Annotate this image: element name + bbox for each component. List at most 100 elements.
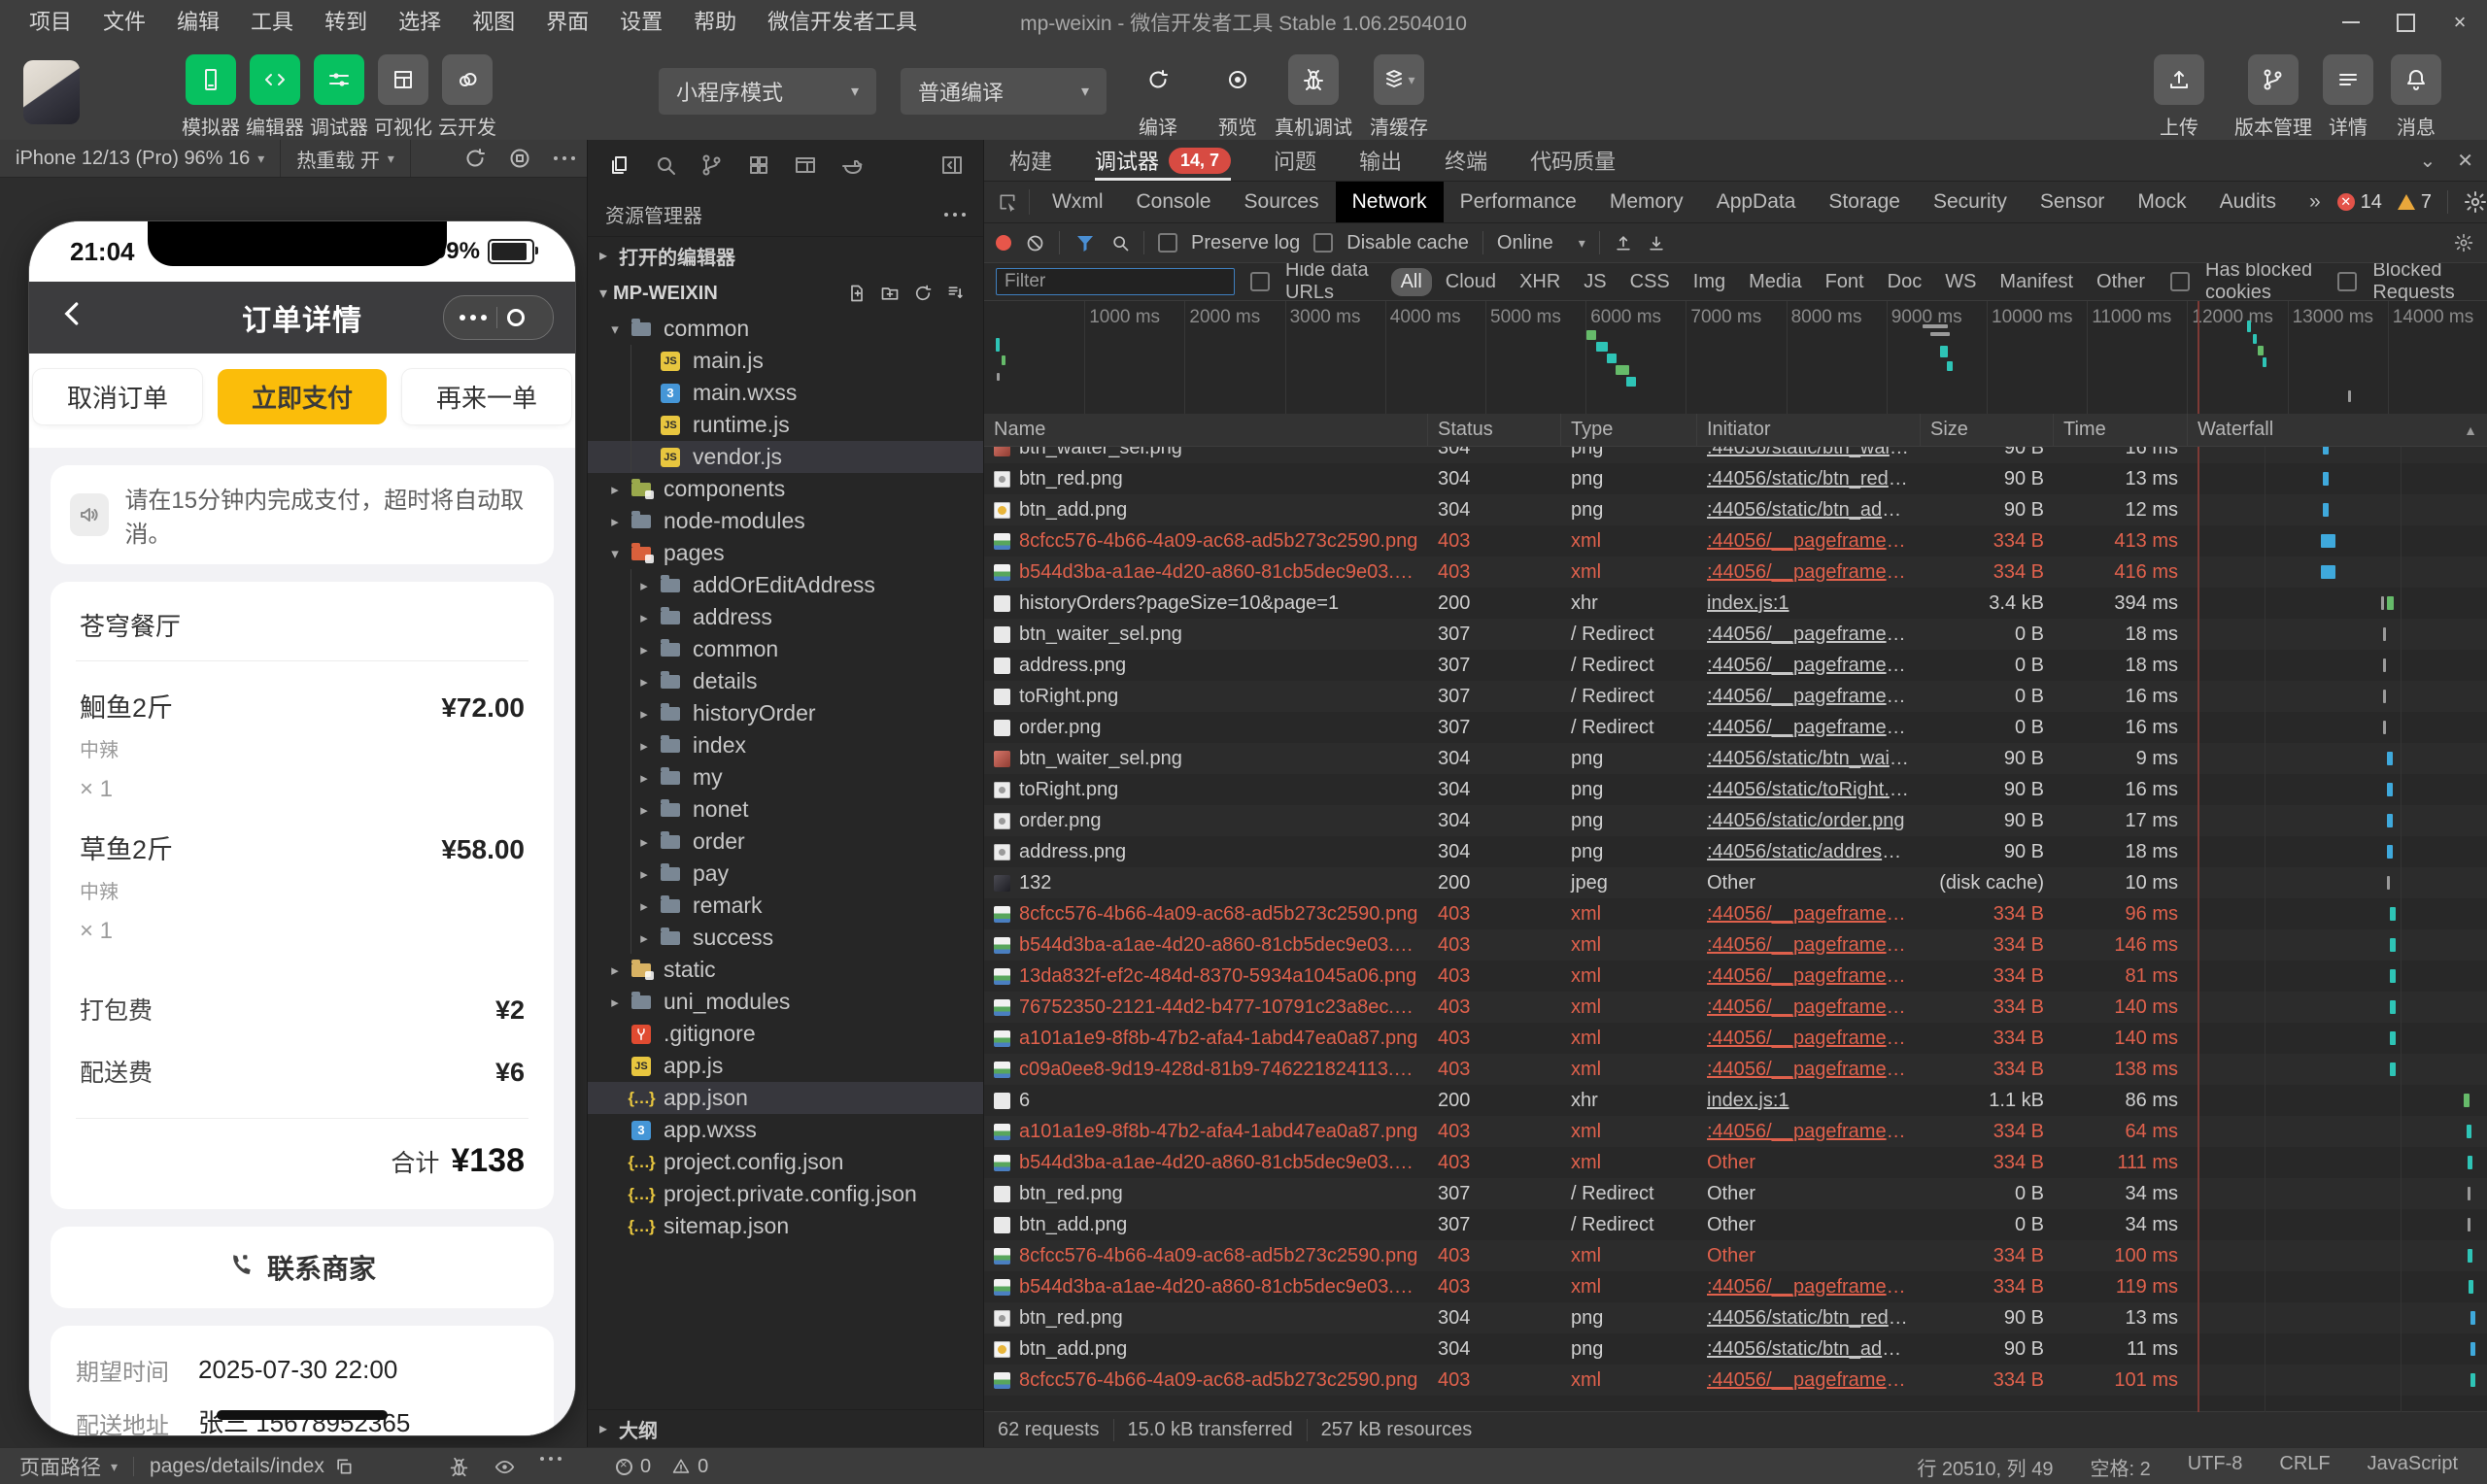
tree-item-historyOrder[interactable]: ▸ historyOrder	[588, 697, 983, 729]
devtools-tab-Sources[interactable]: Sources	[1228, 182, 1336, 222]
disable-cache-checkbox[interactable]	[1313, 233, 1333, 253]
activitybar-search-icon[interactable]	[642, 144, 689, 186]
sim-footer-more-icon[interactable]	[540, 1457, 562, 1461]
capsule-menu[interactable]	[443, 295, 554, 340]
toolbar-button-清缓存[interactable]: ▾清缓存	[1348, 54, 1449, 140]
activitybar-branch-icon[interactable]	[689, 144, 735, 186]
column-header-Type[interactable]: Type	[1561, 414, 1697, 446]
initiator-link[interactable]: :44056/__pageframe__/_pa...	[1707, 686, 1911, 708]
tree-item-app.js[interactable]: JS app.js	[588, 1050, 983, 1082]
warning-count[interactable]: 7	[2398, 191, 2432, 214]
menu-item-编辑[interactable]: 编辑	[161, 0, 235, 45]
project-section[interactable]: ▾MP-WEIXIN	[588, 274, 983, 313]
network-row[interactable]: btn_waiter_sel.png 307 / Redirect :44056…	[984, 619, 2487, 650]
filter-chip-Cloud[interactable]: Cloud	[1436, 268, 1506, 296]
tree-item-main.wxss[interactable]: 3 main.wxss	[588, 377, 983, 409]
filter-chip-JS[interactable]: JS	[1574, 268, 1616, 296]
activitybar-win-icon[interactable]	[782, 144, 829, 186]
debug-tab-问题[interactable]: 问题	[1274, 140, 1316, 181]
devtools-tab-Audits[interactable]: Audits	[2203, 182, 2293, 222]
network-row[interactable]: 76752350-2121-44d2-b477-10791c23a8ec.png…	[984, 992, 2487, 1023]
tree-item-runtime.js[interactable]: JS runtime.js	[588, 409, 983, 441]
network-row[interactable]: btn_red.png 304 png :44056/static/btn_re…	[984, 463, 2487, 494]
network-row[interactable]: btn_add.png 304 png :44056/static/btn_ad…	[984, 494, 2487, 525]
mode-select[interactable]: 小程序模式▾	[659, 68, 876, 115]
import-har-icon[interactable]	[1614, 233, 1633, 253]
initiator-link[interactable]: :44056/__pageframe__/_pa...	[1707, 1028, 1911, 1050]
network-row[interactable]: a101a1e9-8f8b-47b2-afa4-1abd47ea0a87.png…	[984, 1116, 2487, 1147]
initiator-link[interactable]: :44056/__pageframe__/_pa...	[1707, 934, 1911, 957]
network-row[interactable]: 8cfcc576-4b66-4a09-ac68-ad5b273c2590.png…	[984, 1365, 2487, 1396]
initiator-link[interactable]: :44056/static/order.png	[1707, 810, 1904, 832]
initiator-link[interactable]: index.js:1	[1707, 1090, 1789, 1112]
tree-item-.gitignore[interactable]: .gitignore	[588, 1018, 983, 1050]
contact-merchant-button[interactable]: 联系商家	[51, 1227, 554, 1308]
toolbar-button-上传[interactable]: 上传	[2145, 54, 2213, 140]
network-row[interactable]: btn_add.png 307 / Redirect Other 0 B 34 …	[984, 1209, 2487, 1240]
initiator-link[interactable]: :44056/__pageframe__/_pa...	[1707, 996, 1911, 1019]
network-overview[interactable]: 1000 ms2000 ms3000 ms4000 ms5000 ms6000 …	[984, 301, 2487, 419]
devtools-tab-Wxml[interactable]: Wxml	[1036, 182, 1119, 222]
menu-item-项目[interactable]: 项目	[14, 0, 87, 45]
close-button[interactable]: ×	[2433, 0, 2487, 45]
record-icon[interactable]	[996, 235, 1011, 251]
network-row[interactable]: a101a1e9-8f8b-47b2-afa4-1abd47ea0a87.png…	[984, 1023, 2487, 1054]
initiator-link[interactable]: :44056/__pageframe__/_pa...	[1707, 655, 1911, 677]
initiator-link[interactable]: :44056/__pageframe__/_pa...	[1707, 561, 1911, 584]
network-row[interactable]: order.png 307 / Redirect :44056/__pagefr…	[984, 712, 2487, 743]
tree-item-pay[interactable]: ▸ pay	[588, 858, 983, 890]
menu-item-视图[interactable]: 视图	[457, 0, 530, 45]
toolbar-button-消息[interactable]: 消息	[2382, 54, 2450, 140]
tree-item-vendor.js[interactable]: JS vendor.js	[588, 441, 983, 473]
maximize-button[interactable]	[2378, 0, 2433, 45]
initiator-link[interactable]: :44056/static/toRight.png	[1707, 779, 1911, 801]
activitybar-grid-icon[interactable]	[735, 144, 782, 186]
column-header-Name[interactable]: Name	[984, 414, 1428, 446]
tree-item-static[interactable]: ▸ static	[588, 954, 983, 986]
order-button-再来一单[interactable]: 再来一单	[402, 369, 571, 424]
tree-item-common[interactable]: ▸ common	[588, 633, 983, 665]
tree-item-nonet[interactable]: ▸ nonet	[588, 793, 983, 826]
filter-chip-Media[interactable]: Media	[1739, 268, 1811, 296]
filter-chip-Doc[interactable]: Doc	[1878, 268, 1932, 296]
initiator-link[interactable]: :44056/__pageframe__/_pa...	[1707, 1059, 1911, 1081]
error-count[interactable]: ✕14	[2337, 191, 2382, 214]
network-settings-icon[interactable]	[2454, 233, 2473, 253]
menu-item-帮助[interactable]: 帮助	[678, 0, 752, 45]
filter-chip-Img[interactable]: Img	[1684, 268, 1735, 296]
device-select[interactable]: iPhone 12/13 (Pro) 96% 16▾	[0, 140, 281, 177]
tree-item-main.js[interactable]: JS main.js	[588, 345, 983, 377]
initiator-link[interactable]: index.js:1	[1707, 592, 1789, 615]
blocked-requests-checkbox[interactable]	[2337, 272, 2357, 291]
menu-item-选择[interactable]: 选择	[383, 0, 457, 45]
tree-item-components[interactable]: ▸ components	[588, 473, 983, 505]
tree-item-index[interactable]: ▸ index	[588, 729, 983, 761]
hot-reload-select[interactable]: 热重载 开▾	[281, 140, 411, 177]
filter-chip-CSS[interactable]: CSS	[1620, 268, 1680, 296]
network-row[interactable]: 8cfcc576-4b66-4a09-ac68-ad5b273c2590.png…	[984, 1240, 2487, 1271]
tree-item-address[interactable]: ▸ address	[588, 601, 983, 633]
devtools-tab-Storage[interactable]: Storage	[1812, 182, 1917, 222]
initiator-link[interactable]: :44056/static/btn_waiter_...	[1707, 748, 1911, 770]
filter-chip-Manifest[interactable]: Manifest	[1990, 268, 2083, 296]
filter-funnel-icon[interactable]	[1073, 231, 1097, 254]
status-CRLF[interactable]: CRLF	[2279, 1453, 2330, 1481]
devtools-tab-Security[interactable]: Security	[1917, 182, 2024, 222]
menu-item-文件[interactable]: 文件	[87, 0, 161, 45]
collapse-folders-icon[interactable]	[946, 284, 966, 303]
tree-item-success[interactable]: ▸ success	[588, 922, 983, 954]
network-row[interactable]: toRight.png 307 / Redirect :44056/__page…	[984, 681, 2487, 712]
inspect-element-icon[interactable]	[984, 189, 1030, 215]
initiator-link[interactable]: :44056/__pageframe__/_pa...	[1707, 965, 1911, 988]
status-UTF-8[interactable]: UTF-8	[2188, 1453, 2243, 1481]
home-indicator[interactable]	[217, 1410, 388, 1420]
network-row[interactable]: b544d3ba-a1ae-4d20-a860-81cb5dec9e03.png…	[984, 1271, 2487, 1302]
new-file-icon[interactable]	[847, 284, 867, 303]
screenshot-icon[interactable]	[497, 147, 542, 170]
devtools-tab-Memory[interactable]: Memory	[1593, 182, 1700, 222]
initiator-link[interactable]: :44056/__pageframe__/_/...	[1707, 1369, 1911, 1392]
tree-item-app.json[interactable]: {…} app.json	[588, 1082, 983, 1114]
page-path-label[interactable]: 页面路径	[19, 1452, 101, 1481]
simulator-more-icon[interactable]	[542, 156, 587, 160]
tree-item-pages[interactable]: ▾ pages	[588, 537, 983, 569]
